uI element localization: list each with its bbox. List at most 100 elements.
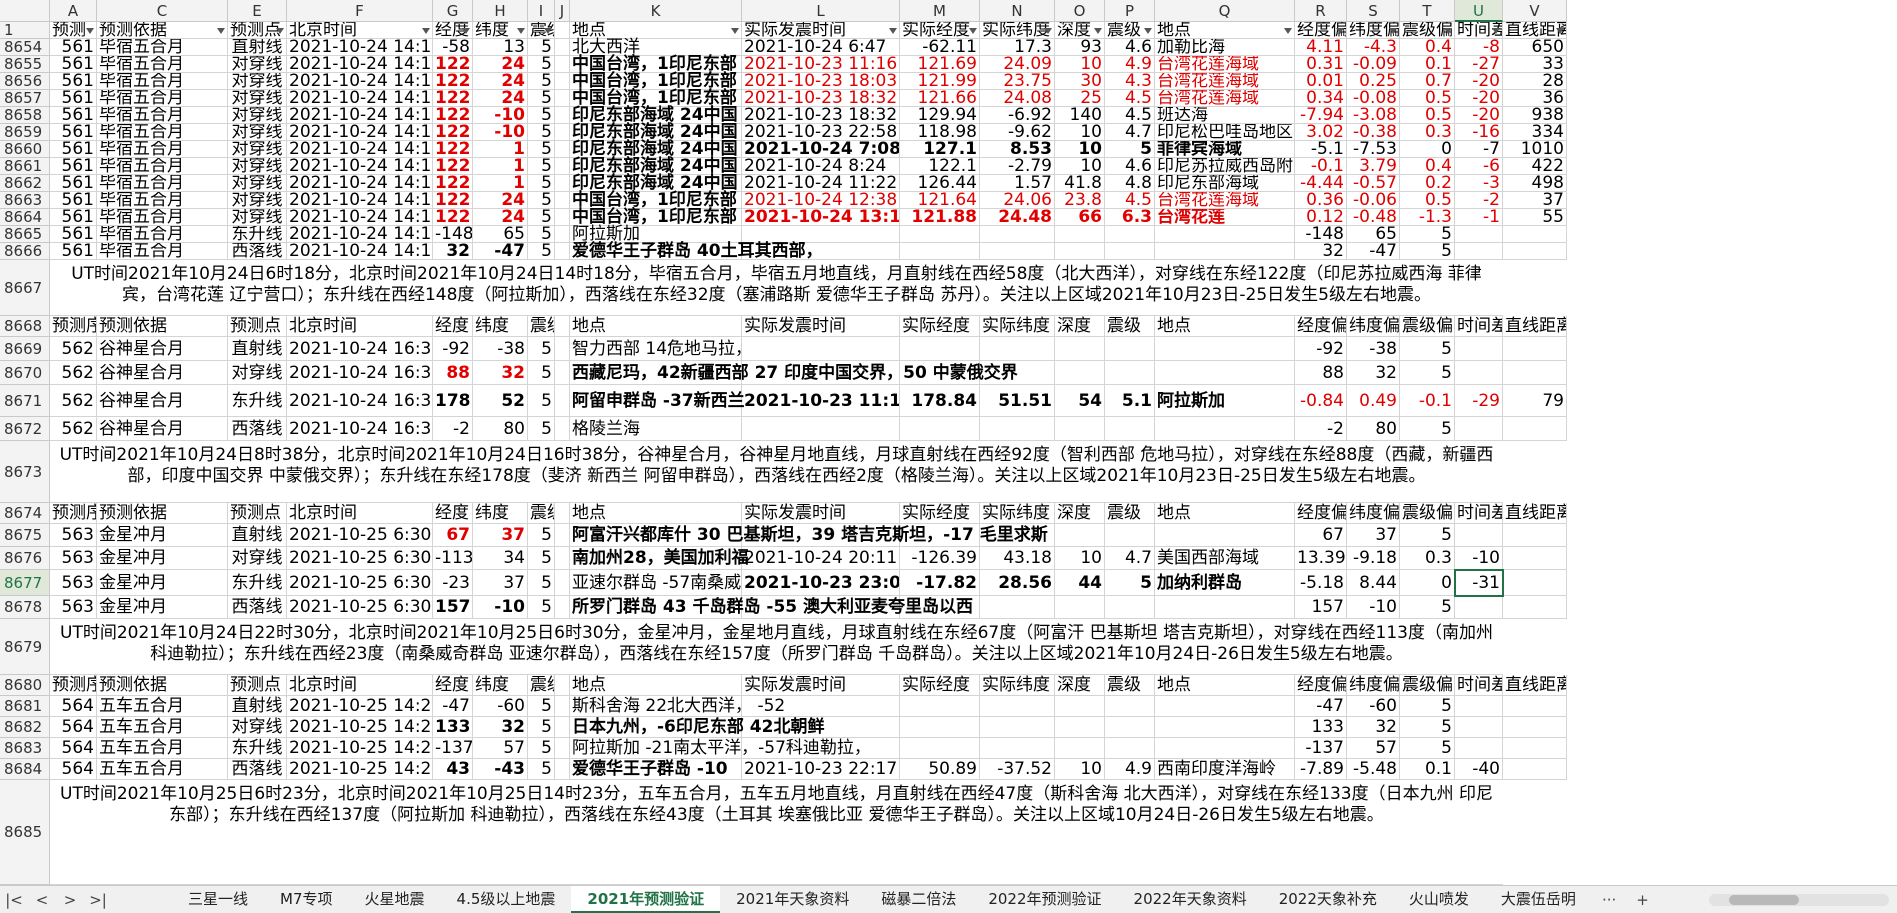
header-cell[interactable]: 震级: [1105, 22, 1155, 39]
cell-m[interactable]: 121.99: [900, 73, 980, 90]
header-cell[interactable]: 预测序: [50, 316, 97, 337]
cell-t[interactable]: 0: [1400, 570, 1455, 596]
cell-u[interactable]: [1455, 417, 1503, 441]
column-header-j[interactable]: J: [555, 0, 570, 22]
filter-dropdown-icon[interactable]: [969, 28, 977, 34]
header-cell[interactable]: 深度: [1055, 316, 1105, 337]
cell-i[interactable]: 5: [528, 192, 555, 209]
cell-o[interactable]: [1055, 243, 1105, 260]
header-cell[interactable]: 经度: [433, 503, 473, 524]
cell-m[interactable]: 127.1: [900, 141, 980, 158]
cell-p[interactable]: [1105, 243, 1155, 260]
header-cell[interactable]: 纬度偏: [1347, 503, 1400, 524]
cell-f[interactable]: 2021-10-25 6:30: [287, 570, 433, 596]
sheet-tab[interactable]: M7专项: [264, 886, 349, 913]
header-cell[interactable]: 震级: [528, 22, 555, 39]
cell-v[interactable]: 422: [1503, 158, 1567, 175]
cell-q[interactable]: 西南印度洋海岭: [1155, 759, 1295, 780]
cell-q[interactable]: 班达海: [1155, 107, 1295, 124]
merged-note-cell[interactable]: UT时间2021年10月24日6时18分，北京时间2021年10月24日14时1…: [50, 260, 1503, 316]
cell-q[interactable]: 台湾花莲海域: [1155, 192, 1295, 209]
row-header[interactable]: 8668: [0, 316, 50, 337]
cell-g[interactable]: -148: [433, 226, 473, 243]
cell-o[interactable]: 10: [1055, 158, 1105, 175]
cell-c[interactable]: 毕宿五合月: [97, 124, 228, 141]
cell-k[interactable]: 日本九州，-6印尼东部 42北朝鲜: [570, 717, 824, 738]
cell-e[interactable]: 对穿线: [228, 361, 287, 385]
cell-i[interactable]: 5: [528, 141, 555, 158]
sheet-tab[interactable]: 2021年天象资料: [720, 886, 865, 913]
cell-q[interactable]: 台湾花莲海域: [1155, 56, 1295, 73]
header-cell[interactable]: 地点: [1155, 675, 1295, 696]
spreadsheet-grid[interactable]: ACEFGHIJKLMNOPQRSTUV1预测预测依据预测点北京时间经度纬度震级…: [0, 0, 1897, 885]
header-cell[interactable]: 震级偏: [1400, 316, 1455, 337]
cell-t[interactable]: 5: [1400, 696, 1455, 717]
cell-h[interactable]: 57: [473, 738, 528, 759]
cell-h[interactable]: 52: [473, 385, 528, 417]
cell-c[interactable]: 毕宿五合月: [97, 90, 228, 107]
cell-s[interactable]: -10: [1347, 596, 1400, 619]
cell-o[interactable]: 10: [1055, 759, 1105, 780]
cell-p[interactable]: 4.7: [1105, 547, 1155, 570]
cell-s[interactable]: -7.53: [1347, 141, 1400, 158]
cell-a[interactable]: 564: [50, 717, 97, 738]
cell-m[interactable]: [900, 243, 980, 260]
header-cell[interactable]: 直线距离: [1503, 675, 1567, 696]
cell-t[interactable]: -1.3: [1400, 209, 1455, 226]
horizontal-scrollbar[interactable]: [1709, 893, 1889, 906]
cell-s[interactable]: -5.48: [1347, 759, 1400, 780]
cell-i[interactable]: 5: [528, 73, 555, 90]
cell-f[interactable]: 2021-10-24 14:18: [287, 39, 433, 56]
cell-g[interactable]: -92: [433, 337, 473, 361]
column-header-q[interactable]: Q: [1155, 0, 1295, 22]
cell-p[interactable]: 4.6: [1105, 39, 1155, 56]
sheet-tab[interactable]: 三星一线: [172, 886, 264, 913]
cell-j[interactable]: [555, 192, 570, 209]
cell-r[interactable]: -92: [1295, 337, 1347, 361]
header-cell[interactable]: 纬度: [473, 316, 528, 337]
cell-v[interactable]: 79: [1503, 385, 1567, 417]
cell-h[interactable]: 32: [473, 361, 528, 385]
header-cell[interactable]: 预测点: [228, 503, 287, 524]
cell-f[interactable]: 2021-10-24 14:18: [287, 243, 433, 260]
cell-s[interactable]: 80: [1347, 417, 1400, 441]
column-header-n[interactable]: N: [980, 0, 1055, 22]
cell-u[interactable]: [1455, 361, 1503, 385]
cell-v[interactable]: 1010: [1503, 141, 1567, 158]
cell-g[interactable]: 32: [433, 243, 473, 260]
cell-v[interactable]: [1503, 243, 1567, 260]
header-cell[interactable]: 实际纬度: [980, 503, 1055, 524]
cell-o[interactable]: 54: [1055, 385, 1105, 417]
cell-m[interactable]: 118.98: [900, 124, 980, 141]
cell-u[interactable]: [1455, 596, 1503, 619]
cell-r[interactable]: -5.1: [1295, 141, 1347, 158]
header-cell[interactable]: 地点: [570, 316, 742, 337]
cell-l[interactable]: 2021-10-24 13:11: [742, 209, 900, 226]
cell-e[interactable]: 直射线: [228, 696, 287, 717]
cell-e[interactable]: 对穿线: [228, 124, 287, 141]
cell-t[interactable]: 0.4: [1400, 158, 1455, 175]
cell-h[interactable]: 34: [473, 547, 528, 570]
cell-e[interactable]: 西落线: [228, 417, 287, 441]
cell-n[interactable]: [980, 226, 1055, 243]
cell-l[interactable]: [742, 417, 900, 441]
cell-c[interactable]: 毕宿五合月: [97, 56, 228, 73]
header-cell[interactable]: 实际发震时间: [742, 503, 900, 524]
header-cell[interactable]: 经度: [433, 22, 473, 39]
cell-a[interactable]: 561: [50, 90, 97, 107]
cell-j[interactable]: [555, 56, 570, 73]
select-all-corner[interactable]: [0, 0, 50, 22]
cell-e[interactable]: 对穿线: [228, 717, 287, 738]
cell-a[interactable]: 562: [50, 417, 97, 441]
cell-k[interactable]: 所罗门群岛 43 千岛群岛 -55 澳大利亚麦夸里岛以西: [570, 596, 973, 619]
cell-a[interactable]: 561: [50, 209, 97, 226]
row-header[interactable]: 8670: [0, 361, 50, 385]
header-cell[interactable]: 预测依据: [97, 503, 228, 524]
cell-l[interactable]: 2021-10-24 20:11: [742, 547, 900, 570]
cell-e[interactable]: 西落线: [228, 596, 287, 619]
cell-t[interactable]: 5: [1400, 337, 1455, 361]
cell-l[interactable]: 2021-10-24 6:47: [742, 39, 900, 56]
cell-t[interactable]: 5: [1400, 243, 1455, 260]
cell-v[interactable]: [1503, 361, 1567, 385]
cell-o[interactable]: 140: [1055, 107, 1105, 124]
